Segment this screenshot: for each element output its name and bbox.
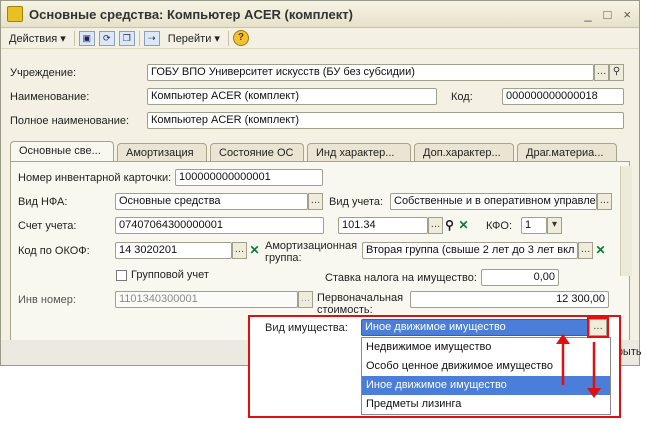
ellipsis-icon: … — [298, 291, 313, 308]
kfo-label: КФО: — [486, 220, 513, 232]
group-accounting-checkbox[interactable] — [116, 270, 127, 281]
minimize-button[interactable]: _ — [584, 7, 591, 22]
tab-state[interactable]: Состояние ОС — [210, 143, 304, 161]
ellipsis-icon[interactable]: … — [428, 217, 443, 234]
fullname-label: Полное наименование: — [10, 115, 130, 127]
okof-field[interactable]: 14 3020201 — [115, 242, 232, 259]
ellipsis-icon[interactable]: … — [578, 242, 593, 259]
maximize-button[interactable]: □ — [604, 7, 612, 22]
structure-icon[interactable]: ⇢ — [143, 30, 160, 46]
refresh-icon[interactable]: ⟳ — [98, 30, 115, 46]
title-bar: Основные средства: Компьютер ACER (компл… — [1, 1, 639, 28]
chevron-down-icon[interactable]: ▾ — [547, 217, 562, 234]
panel-scrollbar[interactable] — [620, 166, 632, 276]
toolbar-separator — [73, 30, 75, 46]
window-title: Основные средства: Компьютер ACER (компл… — [29, 6, 353, 22]
inv-number-field: 1101340300001 — [115, 291, 298, 308]
institution-label: Учреждение: — [10, 67, 77, 79]
toolbar-separator — [227, 30, 229, 46]
goto-menu[interactable]: Перейти ▾ — [164, 31, 224, 46]
clear-icon[interactable]: ✕ — [457, 217, 470, 234]
tab-main-info[interactable]: Основные све... — [10, 141, 114, 161]
ellipsis-icon[interactable]: … — [597, 193, 612, 210]
nfa-field[interactable]: Основные средства — [115, 193, 308, 210]
tax-rate-field[interactable]: 0,00 — [481, 269, 559, 286]
actions-menu[interactable]: Действия ▾ — [5, 31, 70, 46]
okof-label: Код по ОКОФ: — [18, 245, 90, 257]
account-label: Счет учета: — [18, 220, 77, 232]
fullname-field[interactable]: Компьютер ACER (комплект) — [147, 112, 624, 129]
arrow-down-head-icon — [587, 388, 601, 398]
amort-group-label-2: группа: — [265, 252, 302, 264]
tab-individual-char[interactable]: Инд характер... — [307, 143, 411, 161]
card-number-field[interactable]: 100000000000001 — [175, 169, 323, 186]
tax-rate-label: Ставка налога на имущество: — [325, 272, 477, 284]
subaccount-field[interactable]: 101.34 — [338, 217, 428, 234]
close-button[interactable]: × — [623, 7, 631, 22]
account-type-field[interactable]: Собственные и в оперативном управле — [390, 193, 597, 210]
account-field[interactable]: 07407064300000001 — [115, 217, 324, 234]
initial-cost-label: Первоначальная — [317, 292, 404, 304]
search-icon[interactable]: ⚲ — [443, 217, 456, 234]
search-icon[interactable]: ⚲ — [609, 64, 624, 81]
save-icon[interactable]: ▣ — [78, 30, 95, 46]
tab-precious-materials[interactable]: Драг.материа... — [517, 143, 617, 161]
nfa-label: Вид НФА: — [18, 196, 68, 208]
ellipsis-icon[interactable]: … — [232, 242, 247, 259]
tab-amortization[interactable]: Амортизация — [117, 143, 207, 161]
arrow-up-head-icon — [556, 334, 570, 344]
kfo-field[interactable]: 1 — [521, 217, 547, 234]
clear-icon[interactable]: ✕ — [248, 242, 261, 259]
tab-additional-char[interactable]: Доп.характер... — [414, 143, 514, 161]
amort-group-label: Амортизационная — [265, 240, 358, 252]
card-number-label: Номер инвентарной карточки: — [18, 172, 172, 184]
annotation-arrows — [556, 334, 601, 398]
code-label: Код: — [451, 91, 473, 103]
clear-icon[interactable]: ✕ — [594, 242, 607, 259]
code-field[interactable]: 000000000000018 — [502, 88, 624, 105]
help-icon[interactable]: ? — [232, 30, 249, 46]
institution-field[interactable]: ГОБУ ВПО Университет искусств (БУ без су… — [147, 64, 594, 81]
initial-cost-field[interactable]: 12 300,00 — [410, 291, 609, 308]
toolbar-separator — [138, 30, 140, 46]
inv-number-label: Инв номер: — [18, 294, 76, 306]
tab-bar: Основные све... Амортизация Состояние ОС… — [10, 141, 617, 161]
ellipsis-icon[interactable]: … — [594, 64, 609, 81]
app-icon — [7, 6, 23, 22]
toolbar: Действия ▾ ▣ ⟳ ❐ ⇢ Перейти ▾ ? — [1, 28, 639, 49]
name-label: Наименование: — [10, 91, 90, 103]
name-field[interactable]: Компьютер ACER (комплект) — [147, 88, 437, 105]
copy-icon[interactable]: ❐ — [118, 30, 135, 46]
account-type-label: Вид учета: — [329, 196, 384, 208]
amort-group-field[interactable]: Вторая группа (свыше 2 лет до 3 лет вкл — [362, 242, 578, 259]
ellipsis-icon[interactable]: … — [308, 193, 323, 210]
group-accounting-label: Групповой учет — [131, 269, 209, 281]
